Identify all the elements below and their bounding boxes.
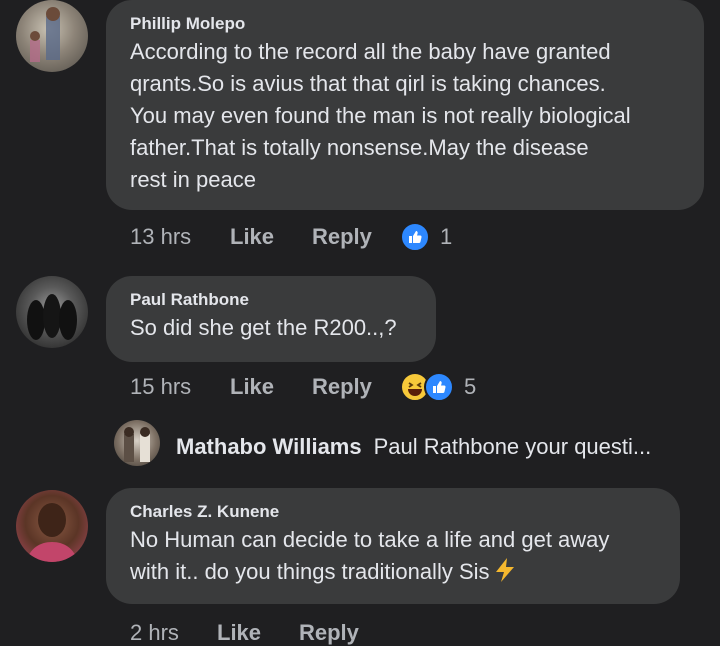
- comment-time[interactable]: 2 hrs: [130, 620, 217, 646]
- comment-line: No Human can decide to take a life and g…: [130, 527, 610, 552]
- avatar-charles-z-kunene[interactable]: [16, 490, 88, 562]
- reply-author[interactable]: Mathabo Williams: [176, 434, 362, 459]
- comment-line: You may even found the man is not really…: [130, 103, 631, 128]
- comment-time[interactable]: 15 hrs: [130, 374, 230, 400]
- comment-line: According to the record all the baby hav…: [130, 39, 611, 64]
- comment-text: According to the record all the baby hav…: [130, 36, 680, 196]
- like-button[interactable]: Like: [230, 374, 312, 400]
- comment-text: So did she get the R200..,?: [130, 315, 397, 340]
- like-button[interactable]: Like: [217, 620, 299, 646]
- comment-author[interactable]: Phillip Molepo: [130, 14, 680, 34]
- lightning-icon: [492, 557, 518, 592]
- reply-button[interactable]: Reply: [312, 374, 400, 400]
- comment-actions: 13 hrs Like Reply 1: [130, 222, 452, 252]
- comment-actions: 15 hrs Like Reply 5: [130, 372, 476, 402]
- avatar-phillip-molepo[interactable]: [16, 0, 88, 72]
- avatar-paul-rathbone[interactable]: [16, 276, 88, 348]
- like-icon[interactable]: [400, 222, 430, 252]
- comment-bubble: Phillip Molepo According to the record a…: [106, 0, 704, 210]
- comment-bubble: Paul Rathbone So did she get the R200..,…: [106, 276, 436, 362]
- reply-button[interactable]: Reply: [299, 620, 387, 646]
- comment-line: father.That is totally nonsense.May the …: [130, 135, 589, 160]
- reply-text[interactable]: Paul Rathbone your questi...: [374, 434, 652, 459]
- comment-line: with it.. do you things traditionally Si…: [130, 556, 656, 592]
- reply-button[interactable]: Reply: [312, 224, 400, 250]
- reaction-count[interactable]: 5: [464, 374, 476, 400]
- reaction-count[interactable]: 1: [440, 224, 452, 250]
- comment-line: qrants.So is avius that that qirl is tak…: [130, 71, 606, 96]
- comment-actions: 2 hrs Like Reply: [130, 620, 387, 646]
- reply-preview[interactable]: Mathabo Williams Paul Rathbone your quest…: [176, 434, 651, 460]
- comment-text: No Human can decide to take a life and g…: [130, 524, 656, 592]
- avatar-mathabo-williams[interactable]: [114, 420, 160, 466]
- comment-author[interactable]: Paul Rathbone: [130, 290, 412, 310]
- comment-line: rest in peace: [130, 167, 256, 192]
- comment-bubble: Charles Z. Kunene No Human can decide to…: [106, 488, 680, 604]
- comment-author[interactable]: Charles Z. Kunene: [130, 502, 656, 522]
- comment-time[interactable]: 13 hrs: [130, 224, 230, 250]
- like-icon[interactable]: [424, 372, 454, 402]
- like-button[interactable]: Like: [230, 224, 312, 250]
